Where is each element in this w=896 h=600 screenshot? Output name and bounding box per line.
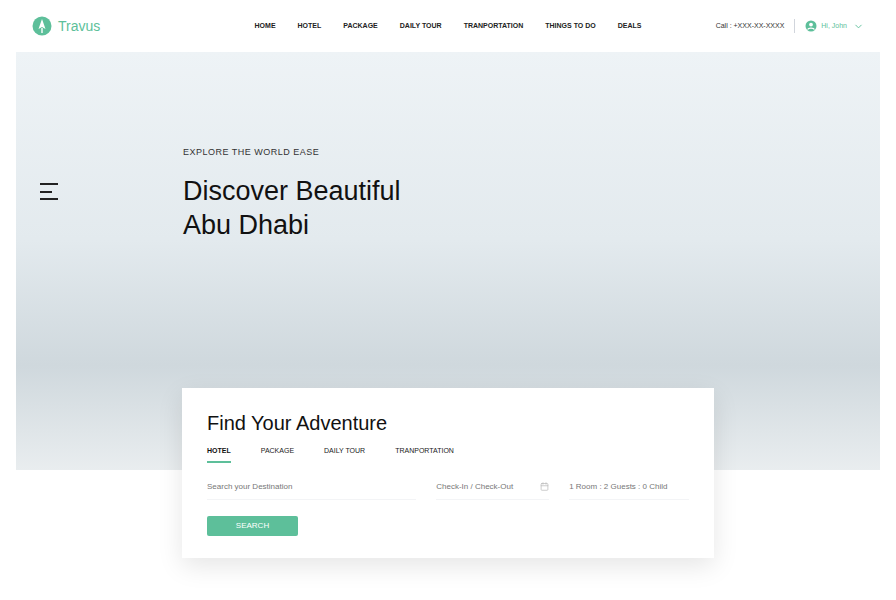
search-card: Find Your Adventure HOTEL PACKAGE DAILY TOU…: [182, 388, 714, 558]
search-fields: Search your Destination Check-In / Check-…: [207, 481, 689, 500]
nav-item[interactable]: HOTEL: [298, 21, 322, 32]
user-menu[interactable]: Hi, John: [805, 20, 864, 32]
search-title: Find Your Adventure: [207, 410, 689, 436]
nav-item[interactable]: HOME: [255, 21, 276, 32]
nav-item[interactable]: DAILY TOUR: [400, 21, 442, 32]
page: Travus HOME HOTEL PACKAGE DAILY TOUR TRANPORT…: [0, 0, 896, 600]
calendar-icon: [540, 482, 549, 491]
divider: [794, 19, 795, 33]
user-icon: [805, 20, 817, 32]
search-tab[interactable]: TRANPORTATION: [395, 446, 454, 463]
nav-item[interactable]: DEALS: [618, 21, 642, 32]
search-tab[interactable]: PACKAGE: [261, 446, 294, 463]
menu-toggle[interactable]: [40, 183, 58, 200]
search-tab[interactable]: HOTEL: [207, 446, 231, 463]
nav-item[interactable]: TRANPORTATION: [464, 21, 524, 32]
search-tab[interactable]: DAILY TOUR: [324, 446, 365, 463]
brand-name: Travus: [58, 16, 100, 37]
dates-field[interactable]: Check-In / Check-Out: [436, 481, 549, 500]
header-right: Call : +XXX-XX-XXXX Hi, John: [641, 19, 864, 33]
chevron-down-icon: [853, 21, 864, 32]
hero-title: Discover BeautifulAbu Dhabi: [183, 174, 401, 242]
phone: Call : +XXX-XX-XXXX: [716, 21, 785, 32]
top-bar: Travus HOME HOTEL PACKAGE DAILY TOUR TRANPORT…: [0, 0, 896, 52]
nav-item[interactable]: PACKAGE: [343, 21, 377, 32]
logo-icon: [32, 16, 52, 36]
search-button[interactable]: SEARCH: [207, 516, 298, 536]
hero-eyebrow: EXPLORE THE WORLD EASE: [183, 146, 401, 160]
destination-field[interactable]: Search your Destination: [207, 481, 416, 500]
guests-field[interactable]: 1 Room : 2 Guests : 0 Child: [569, 481, 689, 500]
main-nav: HOME HOTEL PACKAGE DAILY TOUR TRANPORTATION T…: [255, 21, 642, 32]
user-greeting: Hi, John: [821, 21, 847, 32]
nav-item[interactable]: THINGS TO DO: [545, 21, 595, 32]
search-tabs: HOTEL PACKAGE DAILY TOUR TRANPORTATION: [207, 446, 689, 463]
brand[interactable]: Travus: [32, 16, 255, 37]
